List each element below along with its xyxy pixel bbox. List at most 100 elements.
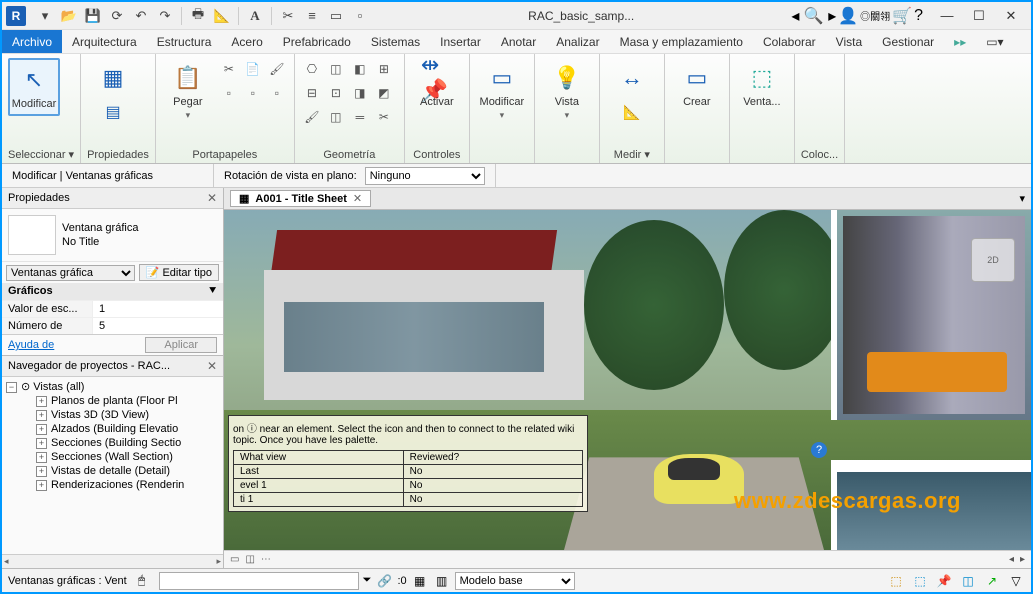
- sync-icon[interactable]: ⟳: [106, 5, 128, 27]
- thin-lines-icon[interactable]: ≡: [301, 5, 323, 27]
- drawing-canvas[interactable]: ? 2D on ⓘ near an element. Select the ic…: [224, 210, 1031, 550]
- select-links-icon[interactable]: ⬚: [887, 572, 905, 590]
- user-icon[interactable]: 👤: [838, 6, 858, 26]
- split-icon[interactable]: ⊟: [301, 82, 323, 104]
- properties-close-icon[interactable]: ✕: [207, 191, 217, 205]
- viewctrl-detail-icon[interactable]: ◫: [245, 554, 254, 565]
- viewctrl-scroll-left-icon[interactable]: ◂: [1009, 554, 1014, 565]
- tab-arquitectura[interactable]: Arquitectura: [62, 30, 147, 53]
- type-selector-box[interactable]: Ventana gráficaNo Title: [2, 209, 223, 261]
- tab-box-icon[interactable]: ▭▾: [976, 30, 1013, 53]
- tab-vista[interactable]: Vista: [826, 30, 872, 53]
- close-views-icon[interactable]: ▭: [325, 5, 347, 27]
- minimize-button[interactable]: —: [931, 4, 963, 28]
- align-icon[interactable]: ═: [349, 106, 371, 128]
- drag-icon[interactable]: ↗: [983, 572, 1001, 590]
- viewctrl-scroll-right-icon[interactable]: ▸: [1020, 554, 1025, 565]
- maximize-button[interactable]: ☐: [963, 4, 995, 28]
- select-pinned-icon[interactable]: 📌: [935, 572, 953, 590]
- match-icon[interactable]: 🖌: [266, 58, 288, 80]
- tab-estructura[interactable]: Estructura: [147, 30, 222, 53]
- ventana-button[interactable]: ⬚Venta...: [736, 58, 788, 112]
- tab-archivo[interactable]: Archivo: [2, 30, 62, 53]
- workset-icon[interactable]: 🔗: [375, 572, 393, 590]
- filter-icon[interactable]: ▽: [1007, 572, 1025, 590]
- close-button[interactable]: ✕: [995, 4, 1027, 28]
- instance-filter-select[interactable]: Ventanas gráfica: [6, 265, 135, 281]
- wiki-help-icon[interactable]: ?: [811, 442, 827, 458]
- beam-icon[interactable]: ⊡: [325, 82, 347, 104]
- search-nav-icon[interactable]: ◂ 🔍 ▸: [791, 6, 836, 26]
- undo-icon[interactable]: ↶: [130, 5, 152, 27]
- opening-icon[interactable]: ◨: [349, 82, 371, 104]
- help-icon[interactable]: ?: [914, 7, 923, 25]
- properties-button[interactable]: ▦▤: [87, 58, 139, 132]
- tree-item[interactable]: +Secciones (Building Sectio: [2, 436, 223, 450]
- paint-icon[interactable]: 🖌: [301, 106, 323, 128]
- text-icon[interactable]: A: [244, 5, 266, 27]
- activar-button[interactable]: ⇹📌Activar: [411, 58, 463, 112]
- tab-more-icon[interactable]: ▸▸: [944, 30, 976, 53]
- tree-item[interactable]: +Secciones (Wall Section): [2, 450, 223, 464]
- medir-button[interactable]: ↔📐: [606, 58, 658, 132]
- browser-close-icon[interactable]: ✕: [207, 359, 217, 373]
- split-face-icon[interactable]: ◫: [325, 106, 347, 128]
- crear-button[interactable]: ▭Crear: [671, 58, 723, 112]
- paste-aligned-icon[interactable]: ▫: [218, 82, 240, 104]
- wall-join-icon[interactable]: ⊞: [373, 58, 395, 80]
- tab-masa[interactable]: Masa y emplazamiento: [610, 30, 753, 53]
- viewctrl-more-icon[interactable]: ⋯: [261, 554, 271, 565]
- qat-dropdown-icon[interactable]: ▾: [34, 5, 56, 27]
- panel-label[interactable]: Seleccionar ▾: [8, 146, 74, 161]
- tab-sistemas[interactable]: Sistemas: [361, 30, 430, 53]
- prop-row-scale[interactable]: Valor de esc...1: [2, 300, 223, 317]
- editable-icon[interactable]: ▦: [411, 572, 429, 590]
- trim-icon[interactable]: ✂: [373, 106, 395, 128]
- tab-colaborar[interactable]: Colaborar: [753, 30, 826, 53]
- open-icon[interactable]: 📂: [58, 5, 80, 27]
- tree-item[interactable]: +Vistas 3D (3D View): [2, 408, 223, 422]
- tree-root-vistas[interactable]: −⊙ Vistas (all): [2, 379, 223, 394]
- tab-prefabricado[interactable]: Prefabricado: [273, 30, 361, 53]
- tree-item[interactable]: +Renderizaciones (Renderin: [2, 478, 223, 492]
- view-tabs-dropdown-icon[interactable]: ▾: [1013, 192, 1031, 205]
- vista-button[interactable]: 💡Vista▾: [541, 58, 593, 125]
- viewctrl-scale-icon[interactable]: ▭: [230, 554, 239, 565]
- prop-row-number[interactable]: Número de5: [2, 317, 223, 334]
- rotation-select[interactable]: Ninguno: [365, 167, 485, 185]
- tab-anotar[interactable]: Anotar: [491, 30, 546, 53]
- help-link[interactable]: Ayuda de: [8, 339, 54, 351]
- navigation-cube[interactable]: 2D: [971, 238, 1015, 282]
- select-underlay-icon[interactable]: ⬚: [911, 572, 929, 590]
- switch-windows-icon[interactable]: ▫: [349, 5, 371, 27]
- tab-insertar[interactable]: Insertar: [430, 30, 491, 53]
- redo-icon[interactable]: ↷: [154, 5, 176, 27]
- apply-button[interactable]: Aplicar: [145, 337, 217, 353]
- pegar-button[interactable]: 📋Pegar▾: [162, 58, 214, 125]
- cart-icon[interactable]: 🛒: [892, 6, 912, 26]
- demo-icon[interactable]: ◩: [373, 82, 395, 104]
- edit-type-button[interactable]: 📝 Editar tipo: [139, 264, 219, 281]
- section-icon[interactable]: ✂: [277, 5, 299, 27]
- tree-item[interactable]: +Alzados (Building Elevatio: [2, 422, 223, 436]
- cope-icon[interactable]: ⎔: [301, 58, 323, 80]
- view-tab-a001[interactable]: ▦ A001 - Title Sheet ✕: [230, 190, 371, 207]
- cut-icon[interactable]: ✂: [218, 58, 240, 80]
- copy-icon[interactable]: 📄: [242, 58, 264, 80]
- panel-label[interactable]: Medir ▾: [606, 146, 658, 161]
- measure-icon[interactable]: 📐: [211, 5, 233, 27]
- tree-item[interactable]: +Vistas de detalle (Detail): [2, 464, 223, 478]
- join-icon[interactable]: ◧: [349, 58, 371, 80]
- paste-same-icon[interactable]: ▫: [242, 82, 264, 104]
- status-hint-input[interactable]: [159, 572, 359, 590]
- tab-acero[interactable]: Acero: [221, 30, 272, 53]
- login-text[interactable]: ◎關翎: [860, 8, 890, 23]
- group-graficos[interactable]: Gráficos⯆: [2, 283, 223, 300]
- browser-scrollbar[interactable]: ◂▸: [2, 554, 223, 568]
- paste-level-icon[interactable]: ▫: [266, 82, 288, 104]
- status-select-icon[interactable]: 🖱: [133, 572, 151, 590]
- cut-geom-icon[interactable]: ◫: [325, 58, 347, 80]
- tree-item[interactable]: +Planos de planta (Floor Pl: [2, 394, 223, 408]
- save-icon[interactable]: 💾: [82, 5, 104, 27]
- status-dropdown-icon[interactable]: ⏷: [363, 574, 372, 587]
